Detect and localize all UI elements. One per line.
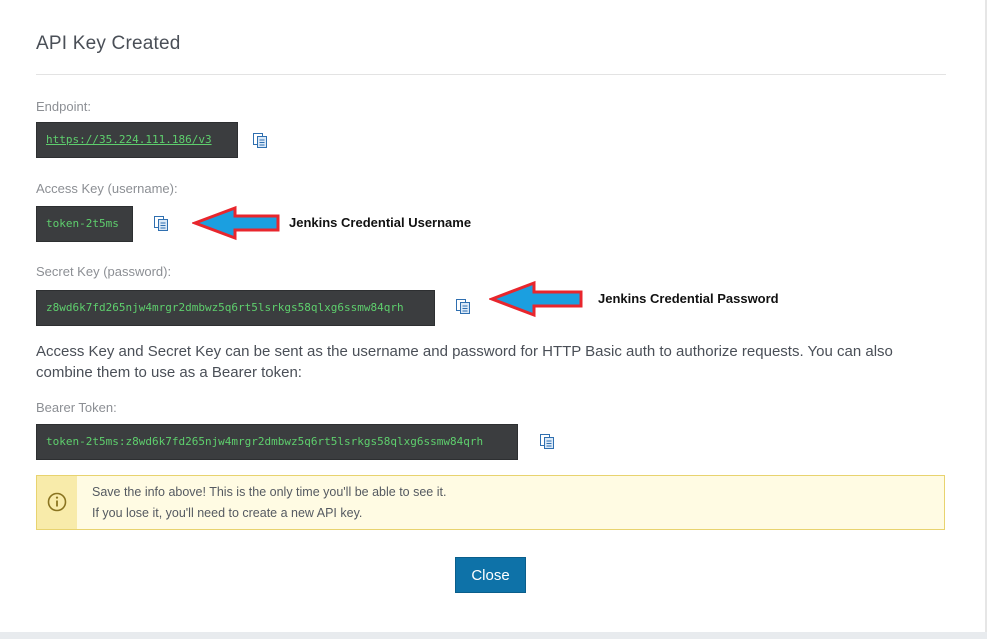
endpoint-label: Endpoint: [36,99,91,114]
bearer-token-label: Bearer Token: [36,400,117,415]
auth-description: Access Key and Secret Key can be sent as… [36,343,893,381]
copy-secret-key-icon[interactable] [456,299,470,314]
copy-access-key-icon[interactable] [154,216,168,231]
access-key-value[interactable]: token-2t5ms [36,206,133,242]
info-circle-icon [47,492,67,512]
alert-line-2: If you lose it, you'll need to create a … [92,506,363,520]
bearer-token-value[interactable]: token-2t5ms:z8wd6k7fd265njw4mrgr2dmbwz5q… [36,424,518,460]
dialog-title: API Key Created [36,33,181,54]
title-divider [36,74,946,75]
copy-endpoint-icon[interactable] [253,133,267,148]
username-arrow-icon [192,205,280,241]
copy-bearer-token-icon[interactable] [540,434,554,449]
access-key-label: Access Key (username): [36,181,178,196]
alert-line-1: Save the info above! This is the only ti… [92,485,447,499]
password-arrow-icon [489,280,583,318]
alert-icon-cell [37,476,77,529]
username-annotation: Jenkins Credential Username [289,215,472,230]
api-key-dialog: API Key Created Endpoint: https://35.224… [0,0,987,632]
page-footer-strip [0,632,987,639]
secret-key-value[interactable]: z8wd6k7fd265njw4mrgr2dmbwz5q6rt5lsrkgs58… [36,290,435,326]
endpoint-value[interactable]: https://35.224.111.186/v3 [36,122,238,158]
password-annotation: Jenkins Credential Password [598,291,779,306]
close-button[interactable]: Close [455,557,526,593]
save-info-alert: Save the info above! This is the only ti… [36,475,945,530]
secret-key-label: Secret Key (password): [36,264,172,279]
